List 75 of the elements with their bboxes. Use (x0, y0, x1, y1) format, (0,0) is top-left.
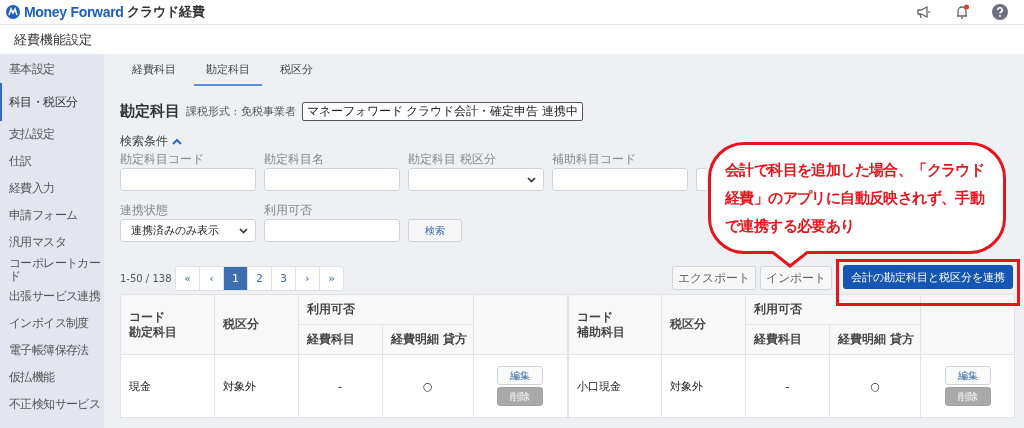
page-title: 経費機能設定 (14, 30, 92, 49)
table-cell: ○ (382, 354, 474, 418)
sidebar-item[interactable]: 経費入力 (0, 175, 104, 202)
table-cell: 対象外 (214, 354, 298, 418)
help-icon[interactable] (992, 4, 1008, 20)
tab[interactable]: 勘定科目 (194, 54, 262, 86)
sidebar-item[interactable]: 電子帳簿保存法 (0, 337, 104, 364)
tax-type-label: 課税形式 : 免税事業者 (186, 104, 296, 119)
select-field[interactable] (408, 168, 544, 191)
column-header: コード 勘定科目 (120, 294, 215, 355)
table-cell: 対象外 (661, 354, 746, 418)
table-cell: - (745, 354, 830, 418)
sidebar-item[interactable]: 汎用マスタ (0, 229, 104, 256)
input-field[interactable] (120, 168, 256, 191)
edit-button[interactable]: 編集 (944, 366, 991, 385)
input-field[interactable] (264, 219, 400, 242)
first-page-button[interactable]: « (176, 266, 200, 290)
sidebar-item[interactable]: 支払設定 (0, 121, 104, 148)
column-header: 税区分 (661, 294, 746, 355)
status-badge: マネーフォワード クラウド会計・確定申告 連携中 (301, 102, 583, 121)
product-name: クラウド経費 (126, 3, 205, 21)
column-header: 経費明細 貸方 (829, 324, 921, 355)
table-cell: ○ (829, 354, 921, 418)
field-label: 勘定科目名 (264, 150, 324, 168)
column-header: 利用可否 (298, 294, 474, 325)
input-field[interactable] (552, 168, 688, 191)
chevron-up-icon[interactable] (172, 137, 182, 146)
sidebar-item[interactable]: 仕訳 (0, 148, 104, 175)
edit-button[interactable]: 編集 (497, 366, 544, 385)
field-label: 勘定科目コード (120, 150, 204, 168)
column-header: 経費明細 貸方 (382, 324, 474, 355)
next-page-button[interactable]: › (296, 266, 320, 290)
callout-text: 会計で科目を追加した場合、「クラウド経費」のアプリに自動反映されず、手動で連携する必要あり (725, 160, 986, 237)
field-label: 補助科目コード (552, 150, 636, 168)
search-button[interactable]: 検索 (408, 219, 462, 242)
sidebar-item[interactable]: 不正検知サービス (0, 391, 104, 418)
page-button[interactable]: 3 (272, 266, 296, 290)
table-cell: 小口現金 (568, 354, 662, 418)
column-header: 経費科目 (298, 324, 383, 355)
page-button[interactable]: 2 (248, 266, 272, 290)
sidebar-item[interactable]: 科目・税区分 (0, 83, 104, 121)
import-button[interactable]: インポート (760, 266, 832, 290)
sidebar-item[interactable]: 基本設定 (0, 56, 104, 83)
input-field[interactable] (696, 168, 706, 191)
sidebar-item[interactable]: 申請フォーム (0, 202, 104, 229)
section-title: 勘定科目 (120, 102, 180, 121)
sync-button[interactable]: 会計の勘定科目と税区分を連携 (843, 265, 1013, 289)
page-button[interactable]: 1 (224, 266, 248, 290)
export-button[interactable]: エクスポート (672, 266, 756, 290)
sidebar-item[interactable]: インボイス制度 (0, 310, 104, 337)
result-count: 1-50 / 138 (120, 272, 173, 284)
field-label: 利用可否 (264, 201, 312, 219)
field-label: 勘定科目 税区分 (408, 150, 496, 168)
tab[interactable]: 経費科目 (120, 54, 188, 86)
last-page-button[interactable]: » (320, 266, 343, 290)
column-header: 利用可否 (745, 294, 921, 325)
chevron-down-icon (527, 176, 536, 183)
search-conditions-title[interactable]: 検索条件 (120, 133, 168, 150)
tab[interactable]: 税区分 (268, 54, 325, 86)
sidebar-item[interactable]: 出張サービス連携 (0, 283, 104, 310)
megaphone-icon[interactable] (916, 5, 932, 19)
select-field[interactable]: 連携済みのみ表示 (120, 219, 256, 242)
sidebar-item[interactable]: コーポレートカード (0, 256, 104, 283)
column-header: 経費科目 (745, 324, 830, 355)
table-cell: 現金 (120, 354, 215, 418)
column-header: コード 補助科目 (568, 294, 662, 355)
logo-icon (5, 4, 21, 20)
brand-name[interactable]: Money Forward (24, 4, 124, 20)
input-field[interactable] (264, 168, 400, 191)
column-header: 税区分 (214, 294, 298, 355)
bell-icon[interactable] (954, 4, 970, 20)
sidebar-item[interactable]: 仮払機能 (0, 364, 104, 391)
field-label: 連携状態 (120, 201, 168, 219)
chevron-down-icon (239, 227, 248, 234)
table-cell: - (298, 354, 383, 418)
